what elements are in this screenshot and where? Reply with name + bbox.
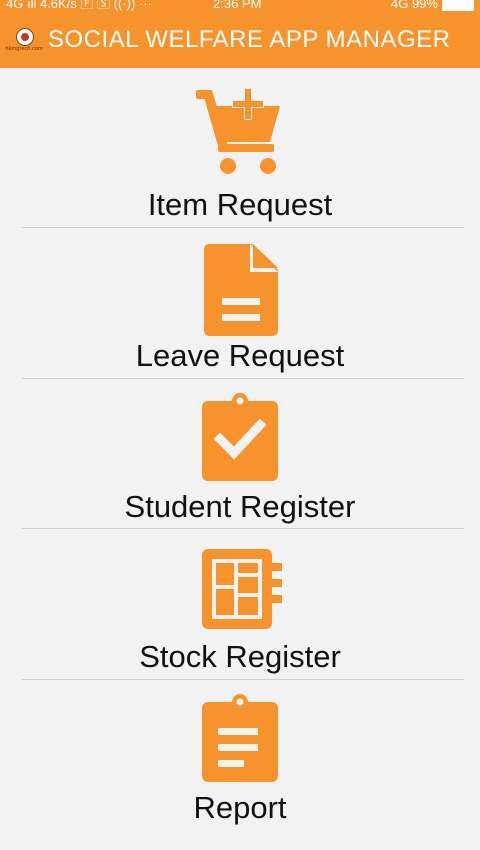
clipboard-check-icon [202,393,278,481]
stock-register-icon [202,549,282,629]
document-icon [204,244,278,336]
status-right: 4G 99% [391,0,474,11]
menu-label: Report [193,790,287,825]
battery-icon [442,0,474,11]
menu-item-report[interactable]: Report [0,680,480,830]
menu-label: Student Register [124,489,356,524]
menu-item-stock-register[interactable]: Stock Register [0,529,480,679]
menu-item-leave-request[interactable]: Leave Request [0,228,480,378]
status-bar: 4G ıll 4.6K/s 🄵 🅂 ((·)) ··· 2:36 PM 4G 9… [0,0,480,14]
menu-label: Item Request [147,187,333,222]
clipboard-list-icon [202,694,278,782]
shopping-cart-add-icon [196,88,280,174]
app-title: SOCIAL WELFARE APP MANAGER [48,26,451,53]
menu-item-item-request[interactable]: Item Request [0,68,480,226]
emblem-icon [16,28,34,46]
menu-label: Stock Register [139,639,341,674]
status-indicators: 4G ıll 4.6K/s 🄵 🅂 ((·)) ··· [6,0,152,11]
status-time: 2:36 PM [213,0,262,11]
menu-item-student-register[interactable]: Student Register [0,379,480,529]
app-bar: hkmgtech.com SOCIAL WELFARE APP MANAGER [0,14,480,68]
logo-text: hkmgtech.com [5,46,43,52]
main-menu: Item Request Leave Request Student Regis… [0,68,480,825]
network-battery-text: 4G 99% [391,0,438,11]
menu-label: Leave Request [135,338,345,373]
app-logo: hkmgtech.com [4,28,44,56]
